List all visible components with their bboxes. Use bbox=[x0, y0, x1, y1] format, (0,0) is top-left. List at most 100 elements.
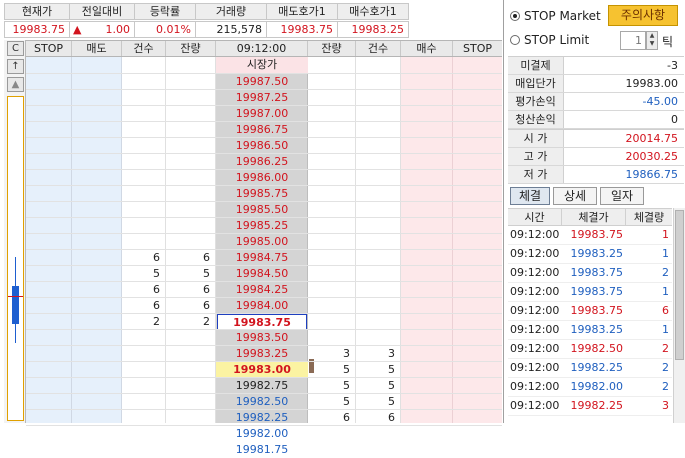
trade-price: 19983.25 bbox=[570, 323, 624, 336]
kv-low: 저 가 19866.75 bbox=[508, 166, 684, 184]
bid-price-cell[interactable]: 19983.50 bbox=[216, 330, 308, 346]
stop-sell-column[interactable] bbox=[26, 57, 72, 423]
bid-price-cell[interactable]: 19983.00 bbox=[216, 362, 308, 378]
ask-price-cell[interactable]: 19985.75 bbox=[216, 186, 308, 202]
row-divider bbox=[26, 265, 502, 266]
trade-qty: 2 bbox=[662, 361, 669, 374]
row-divider bbox=[26, 121, 502, 122]
ask-count-cell bbox=[122, 90, 166, 106]
ask-count-cell bbox=[122, 186, 166, 202]
orderbook-control-strip: C ↑ ▲ bbox=[4, 40, 26, 423]
stop-buy-column[interactable] bbox=[453, 57, 502, 423]
ask-count-cell: 6 bbox=[153, 299, 160, 312]
quote-header-bid1: 매수호가1 bbox=[337, 3, 409, 20]
tab-details[interactable]: 상세 bbox=[553, 187, 597, 205]
bid-price-cell[interactable]: 19982.50 bbox=[216, 394, 308, 410]
row-divider bbox=[26, 249, 502, 250]
high-label: 고 가 bbox=[508, 148, 564, 165]
ask-price-cell[interactable]: 19984.50 bbox=[216, 266, 308, 282]
bid-count-cell: 5 bbox=[388, 395, 395, 408]
ask-price-cell[interactable]: 19987.00 bbox=[216, 106, 308, 122]
bid-qty-cell bbox=[308, 442, 356, 458]
ask-price-cell[interactable]: 19987.50 bbox=[216, 74, 308, 90]
spin-up-icon[interactable]: ▲ bbox=[647, 32, 657, 40]
tick-label: 틱 bbox=[662, 35, 674, 49]
kv-high: 고 가 20030.25 bbox=[508, 148, 684, 166]
sell-order-column[interactable] bbox=[72, 57, 122, 423]
trade-row: 09:12:00 19983.75 6 bbox=[508, 302, 672, 321]
bid-qty-cell: 3 bbox=[343, 347, 350, 360]
quote-header-row: 현재가 전일대비 등락률 거래량 매도호가1 매수호가1 bbox=[4, 3, 409, 20]
position-info: 미결제 -3 매입단가 19983.00 평가손익 -45.00 청산손익 0 bbox=[508, 56, 684, 129]
ask-price-cell[interactable]: 19984.75 bbox=[216, 250, 308, 266]
ask-price-cell[interactable]: 19984.25 bbox=[216, 282, 308, 298]
ask-price-cell[interactable]: 19985.00 bbox=[216, 234, 308, 250]
row-divider bbox=[26, 377, 502, 378]
tick-input[interactable]: 1 bbox=[620, 31, 646, 50]
bid-price-cell[interactable]: 19981.75 bbox=[216, 442, 308, 458]
bid-price-cell[interactable]: 19983.25 bbox=[216, 346, 308, 362]
trade-qty: 1 bbox=[662, 247, 669, 260]
scroll-up-button[interactable]: ↑ bbox=[7, 59, 24, 74]
bid-qty-cell: 5 bbox=[343, 395, 350, 408]
ask-price-cell[interactable]: 19986.50 bbox=[216, 138, 308, 154]
warning-button[interactable]: 주의사항 bbox=[608, 5, 678, 26]
triangle-up-icon[interactable]: ▲ bbox=[7, 77, 24, 92]
trades-scrollbar[interactable] bbox=[673, 208, 685, 423]
realized-pnl-label: 청산손익 bbox=[508, 111, 564, 128]
trade-time: 09:12:00 bbox=[510, 380, 560, 393]
current-price: 19983.75 bbox=[4, 21, 70, 38]
bid-price-cell[interactable]: 19982.25 bbox=[216, 410, 308, 426]
col-header-time: 09:12:00 bbox=[216, 41, 308, 56]
buy-order-column[interactable] bbox=[401, 57, 453, 423]
ask-price-cell[interactable]: 19987.25 bbox=[216, 90, 308, 106]
current-price-marker bbox=[8, 296, 23, 297]
bid-qty-cell: 6 bbox=[343, 411, 350, 424]
col-header-buy: 매수 bbox=[401, 41, 453, 56]
tab-trades[interactable]: 체결 bbox=[510, 187, 550, 205]
ask-qty-cell: 6 bbox=[203, 283, 210, 296]
ask-price-cell[interactable]: 19985.50 bbox=[216, 202, 308, 218]
spin-down-icon[interactable]: ▼ bbox=[647, 40, 657, 48]
low-label: 저 가 bbox=[508, 166, 564, 183]
bid-count-cell: 5 bbox=[388, 379, 395, 392]
ask-count-cell: 5 bbox=[153, 267, 160, 280]
market-price-cell[interactable]: 시장가 bbox=[216, 57, 308, 73]
ask-qty-cell bbox=[166, 74, 216, 90]
ask-qty-cell bbox=[166, 218, 216, 234]
trade-qty: 2 bbox=[662, 342, 669, 355]
bid-count-cell: 6 bbox=[388, 411, 395, 424]
ask-price-cell[interactable]: 19983.75 bbox=[217, 314, 307, 330]
stop-limit-radio[interactable]: STOP Limit bbox=[510, 33, 589, 47]
open-label: 시 가 bbox=[508, 130, 564, 147]
bid-price-cell[interactable]: 19982.75 bbox=[216, 378, 308, 394]
trade-price: 19982.25 bbox=[570, 399, 624, 412]
ask-count-cell: 6 bbox=[153, 251, 160, 264]
bid-price-cell[interactable]: 19982.00 bbox=[216, 426, 308, 442]
trade-price: 19982.00 bbox=[570, 380, 624, 393]
change-rate: 0.01% bbox=[134, 21, 196, 38]
kv-realized-pnl: 청산손익 0 bbox=[508, 111, 684, 129]
trade-row: 09:12:00 19983.75 1 bbox=[508, 226, 672, 245]
stop-market-radio[interactable]: STOP Market bbox=[510, 9, 601, 23]
bid-qty-cell bbox=[308, 330, 356, 346]
row-divider bbox=[26, 329, 502, 330]
tab-daily[interactable]: 일자 bbox=[600, 187, 644, 205]
trade-qty: 3 bbox=[662, 399, 669, 412]
trades-header: 시간 체결가 체결량 bbox=[508, 208, 672, 226]
trades-scrollbar-thumb[interactable] bbox=[675, 210, 684, 360]
ask-price-cell[interactable]: 19986.00 bbox=[216, 170, 308, 186]
bid-count-cell: 5 bbox=[388, 363, 395, 376]
trades-body: 09:12:00 19983.75 1 09:12:00 19983.25 1 09:12:… bbox=[508, 226, 672, 416]
col-header-sell-qty: 잔량 bbox=[166, 41, 216, 56]
c-button[interactable]: C bbox=[7, 41, 24, 56]
trade-time: 09:12:00 bbox=[510, 247, 560, 260]
ask-price-cell[interactable]: 19985.25 bbox=[216, 218, 308, 234]
ask-price-cell[interactable]: 19984.00 bbox=[216, 298, 308, 314]
tick-spinner[interactable]: ▲ ▼ bbox=[646, 31, 658, 50]
kv-unrealized-pnl: 평가손익 -45.00 bbox=[508, 93, 684, 111]
ask-price-cell[interactable]: 19986.25 bbox=[216, 154, 308, 170]
ask-price-cell[interactable]: 19986.75 bbox=[216, 122, 308, 138]
quote-header-ask1: 매도호가1 bbox=[266, 3, 338, 20]
trade-qty: 2 bbox=[662, 380, 669, 393]
